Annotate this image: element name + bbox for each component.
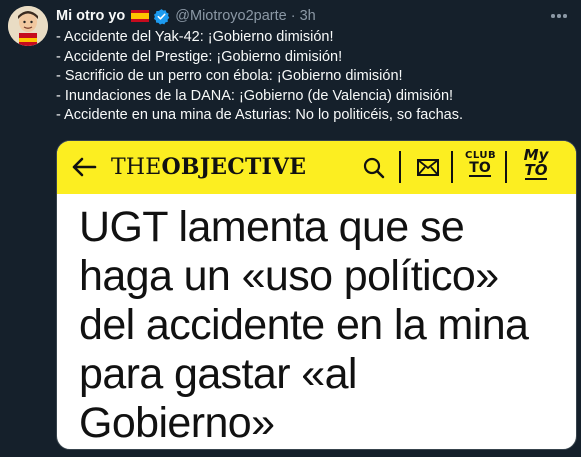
headline-line: haga un «uso político» [79,252,499,300]
club-to-logo: CLUB TO [465,149,496,177]
divider [451,151,453,183]
headline-line: del accidente en la mina [79,301,529,349]
tweet-line: - Inundaciones de la DANA: ¡Gobierno (de… [56,87,454,104]
my-to-logo: My TO [519,148,553,180]
divider [505,151,507,183]
author-avatar[interactable] [8,6,48,46]
brand-logo-objective: OBJECTIVE [161,154,307,180]
tweet-line: - Accidente del Prestige: ¡Gobierno dimi… [56,48,343,65]
divider [399,151,401,183]
brand-logo-the: THE [111,155,162,180]
tweet-line: - Sacrificio de un perro con ébola: ¡Gob… [56,68,403,85]
headline-line: Gobierno» [79,399,275,447]
my-logo-bottom: TO [524,161,548,179]
tweet-line: - Accidente del Yak-42: ¡Gobierno dimisi… [56,29,334,45]
verified-badge-icon[interactable] [153,8,170,25]
headline-line: UGT lamenta que se [79,203,465,251]
tweet-line: - Accidente en una mina de Asturias: No … [56,107,464,124]
newsletter-mail-icon [417,159,439,176]
tweet[interactable]: Mi otro yo @Miotroyo2parte · 3h - Accide… [0,0,581,457]
search-icon [363,157,385,179]
article-header-bar: THEOBJECTIVE CLUB TO My TO [57,141,576,194]
tweet-body: - Accidente del Yak-42: ¡Gobierno dimisi… [56,28,576,126]
back-arrow-icon [72,157,97,177]
author-handle[interactable]: @Miotroyo2parte [175,8,286,24]
separator-dot: · [290,8,296,24]
attached-image[interactable]: THEOBJECTIVE CLUB TO My TO UGT lamenta q… [56,140,577,450]
brand-logo: THEOBJECTIVE [111,154,306,180]
author-name[interactable]: Mi otro yo [56,8,125,24]
more-options-icon[interactable] [547,6,571,26]
tweet-header: Mi otro yo @Miotroyo2parte · 3h [56,6,316,26]
article-headline: UGT lamenta que se haga un «uso político… [79,203,569,448]
club-logo-bottom: TO [469,160,491,176]
spain-flag-icon [131,10,150,22]
tweet-timestamp[interactable]: 3h [300,8,316,24]
headline-line: para gastar «al [79,350,357,398]
